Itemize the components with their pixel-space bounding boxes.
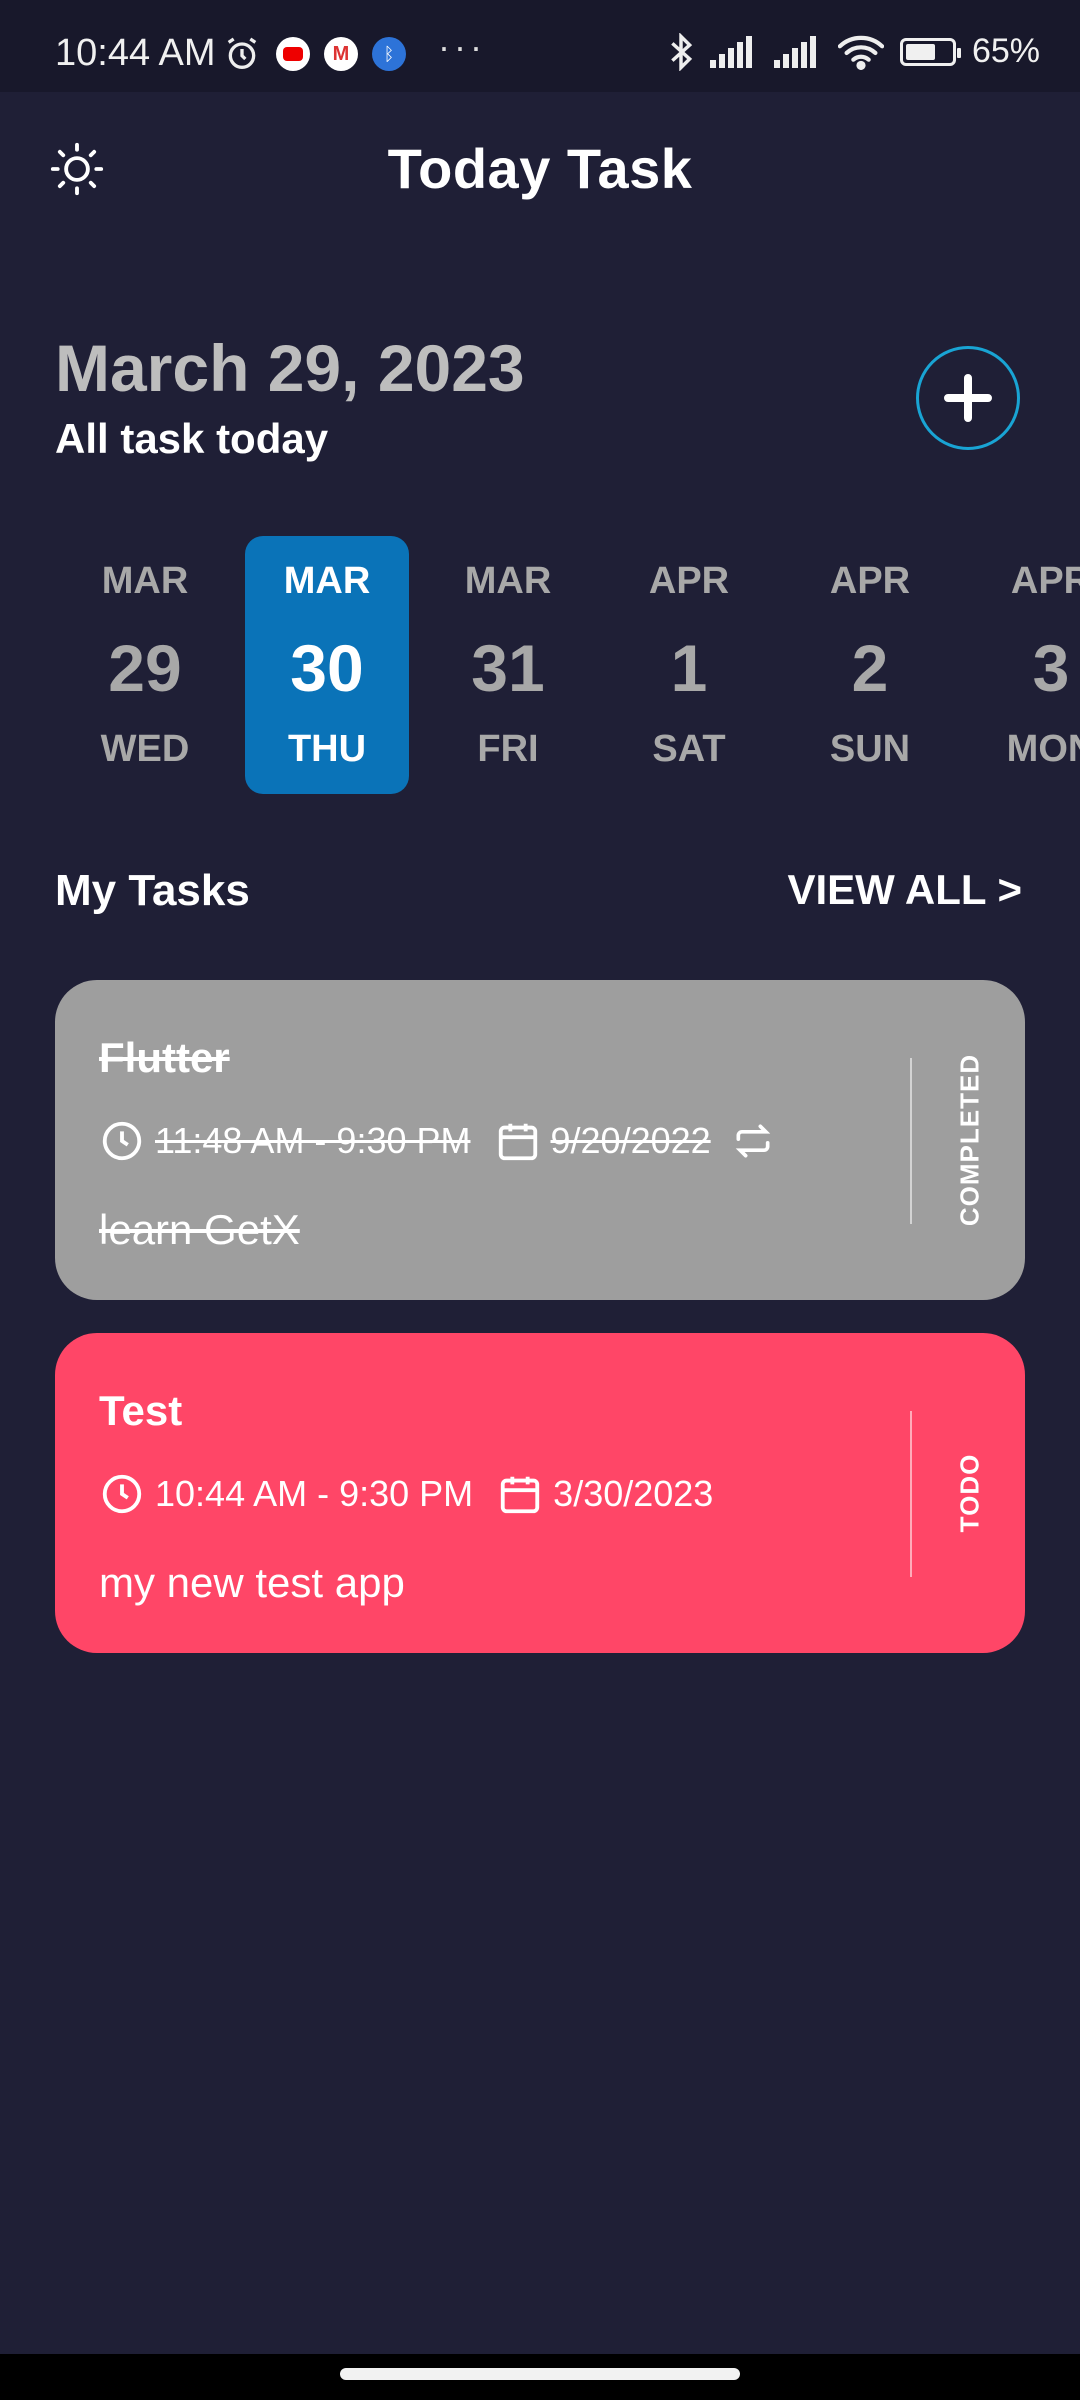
clock-icon (102, 1474, 142, 1514)
status-time: 10:44 AM (55, 32, 216, 74)
plus-icon (944, 374, 992, 422)
date-month: APR (1010, 560, 1080, 602)
youtube-icon (276, 37, 310, 71)
calendar-icon (501, 1476, 540, 1514)
date-weekday: THU (287, 728, 367, 770)
date-weekday: MON (1006, 728, 1080, 770)
calendar-icon (498, 1123, 537, 1161)
date-month: MAR (464, 560, 552, 602)
date-weekday: WED (100, 728, 190, 770)
date-item[interactable]: APR 2 SUN (788, 536, 952, 794)
gmail-icon: M (324, 37, 358, 71)
date-day-number: 29 (108, 631, 182, 705)
card-divider (910, 1058, 912, 1224)
date-weekday: SAT (652, 728, 726, 770)
date-day-number: 3 (1032, 631, 1070, 705)
task-time: 11:48 AM - 9:30 PM (155, 1120, 471, 1161)
task-note: my new test app (99, 1559, 405, 1606)
date-item[interactable]: APR 3 MON (969, 536, 1080, 794)
task-date: 9/20/2022 (550, 1120, 711, 1161)
signal-2-icon (773, 35, 816, 68)
task-status-label: COMPLETED (954, 1053, 985, 1227)
date-day-number: 1 (670, 631, 708, 705)
navigation-bar (0, 2354, 1080, 2400)
signal-icon (709, 35, 752, 68)
bluetooth-icon (671, 32, 693, 71)
task-card[interactable]: Flutter 11:48 AM - 9:30 PM 9/20/2022 lea… (55, 980, 1025, 1300)
status-bar: 10:44 AM M ᛒ ··· 65% (0, 0, 1080, 92)
battery-icon (899, 37, 961, 66)
task-note: learn GetX (99, 1206, 300, 1253)
date-item[interactable]: MAR 31 FRI (426, 536, 590, 794)
date-month: MAR (283, 560, 371, 602)
task-title: Test (99, 1387, 183, 1434)
page-title: Today Task (387, 137, 693, 200)
date-month: APR (829, 560, 911, 602)
card-divider (910, 1411, 912, 1577)
add-task-button[interactable] (916, 346, 1020, 450)
current-date: March 29, 2023 (55, 331, 525, 405)
task-time: 10:44 AM - 9:30 PM (155, 1473, 474, 1514)
date-item[interactable]: MAR 29 WED (63, 536, 227, 794)
task-date: 3/30/2023 (553, 1473, 714, 1514)
date-day-number: 2 (851, 631, 889, 705)
date-day-number: 30 (290, 631, 364, 705)
date-item[interactable]: MAR 30 THU (245, 536, 409, 794)
date-item[interactable]: APR 1 SAT (607, 536, 771, 794)
date-picker[interactable]: MAR 29 WED MAR 30 THU MAR 31 FRI APR 1 SAT APR 2 SUN AP… (0, 536, 1080, 796)
task-status-label: TODO (954, 1453, 985, 1533)
task-title: Flutter (99, 1034, 230, 1081)
date-month: APR (648, 560, 730, 602)
clock-icon (102, 1121, 142, 1161)
view-all-link[interactable]: VIEW ALL > (787, 866, 1022, 914)
alarm-icon (227, 37, 257, 69)
more-notifications-icon: ··· (438, 26, 486, 67)
wifi-icon (837, 35, 884, 70)
task-card[interactable]: Test 10:44 AM - 9:30 PM 3/30/2023 my new… (55, 1333, 1025, 1653)
date-weekday: FRI (477, 728, 539, 770)
home-gesture-handle[interactable] (340, 2368, 740, 2380)
bluetooth-app-icon: ᛒ (372, 37, 406, 71)
date-month: MAR (101, 560, 189, 602)
battery-percent: 65% (971, 32, 1040, 70)
date-subtitle: All task today (55, 415, 329, 462)
repeat-icon (735, 1124, 770, 1158)
my-tasks-title: My Tasks (55, 866, 250, 915)
date-day-number: 31 (471, 631, 545, 705)
date-weekday: SUN (829, 728, 911, 770)
